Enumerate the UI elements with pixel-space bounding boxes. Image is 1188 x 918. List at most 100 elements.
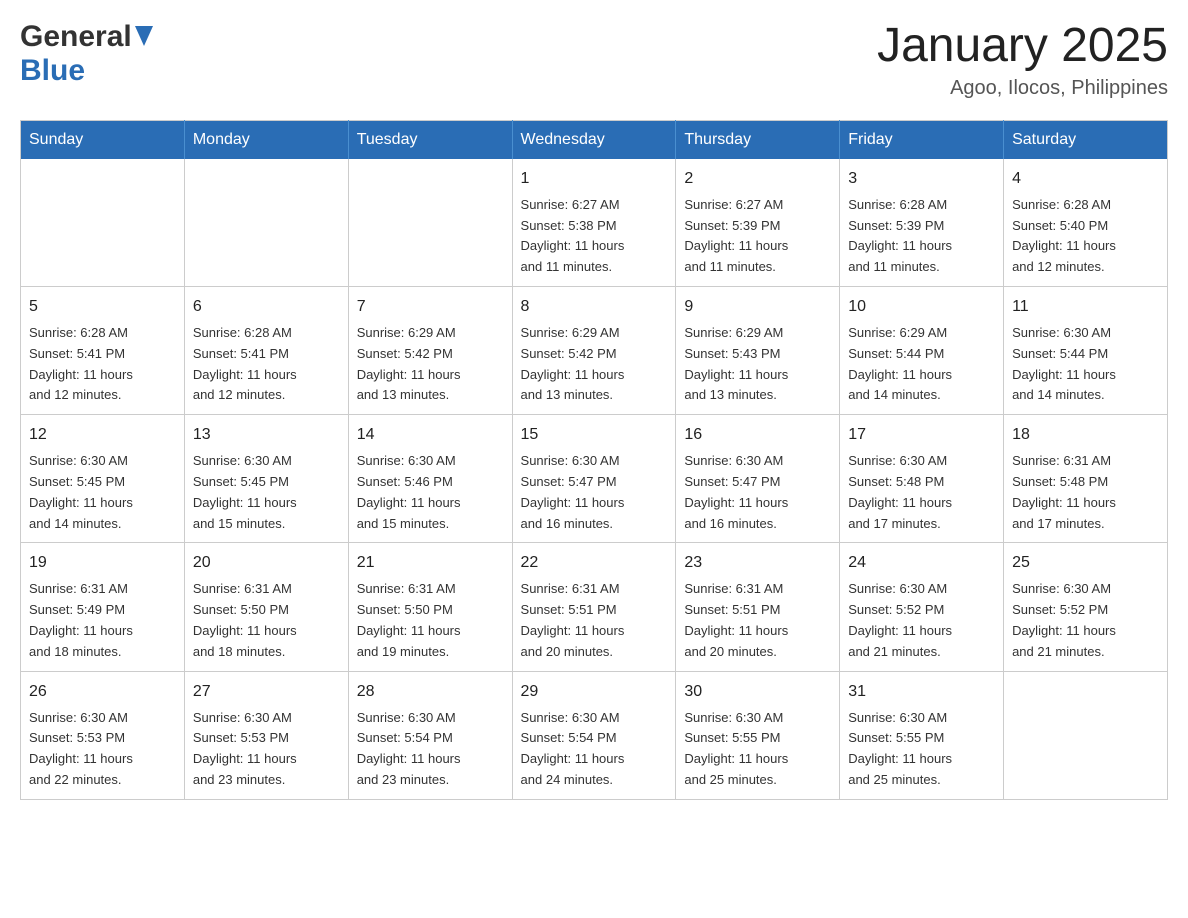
day-number: 3 <box>848 167 995 191</box>
day-number: 15 <box>521 423 668 447</box>
logo-arrow-icon <box>135 26 153 46</box>
day-number: 10 <box>848 295 995 319</box>
day-number: 8 <box>521 295 668 319</box>
day-info: Sunrise: 6:28 AMSunset: 5:40 PMDaylight:… <box>1012 195 1159 278</box>
calendar-week-row: 12 Sunrise: 6:30 AMSunset: 5:45 PMDayligh… <box>21 415 1168 543</box>
calendar-day-cell: 30 Sunrise: 6:30 AMSunset: 5:55 PMDayligh… <box>676 671 840 799</box>
calendar-day-cell: 5 Sunrise: 6:28 AMSunset: 5:41 PMDaylight… <box>21 286 185 414</box>
day-number: 22 <box>521 551 668 575</box>
day-info: Sunrise: 6:30 AMSunset: 5:54 PMDaylight:… <box>357 708 504 791</box>
day-info: Sunrise: 6:31 AMSunset: 5:50 PMDaylight:… <box>193 579 340 662</box>
calendar-day-cell: 12 Sunrise: 6:30 AMSunset: 5:45 PMDayligh… <box>21 415 185 543</box>
calendar-day-cell: 4 Sunrise: 6:28 AMSunset: 5:40 PMDaylight… <box>1004 159 1168 287</box>
calendar-day-cell: 25Sunrise: 6:30 AMSunset: 5:52 PMDayligh… <box>1004 543 1168 671</box>
title-section: January 2025 Agoo, Ilocos, Philippines <box>877 20 1168 100</box>
day-info: Sunrise: 6:30 AMSunset: 5:48 PMDaylight:… <box>848 451 995 534</box>
calendar-day-header: Sunday <box>21 120 185 159</box>
calendar-day-cell: 24 Sunrise: 6:30 AMSunset: 5:52 PMDayligh… <box>840 543 1004 671</box>
calendar-day-cell <box>21 159 185 287</box>
calendar-header-row: SundayMondayTuesdayWednesdayThursdayFrid… <box>21 120 1168 159</box>
calendar-week-row: 19Sunrise: 6:31 AMSunset: 5:49 PMDayligh… <box>21 543 1168 671</box>
day-number: 12 <box>29 423 176 447</box>
calendar-day-cell <box>1004 671 1168 799</box>
day-number: 9 <box>684 295 831 319</box>
calendar-day-cell <box>348 159 512 287</box>
day-number: 16 <box>684 423 831 447</box>
calendar-day-cell: 6Sunrise: 6:28 AMSunset: 5:41 PMDaylight… <box>184 286 348 414</box>
day-info: Sunrise: 6:31 AMSunset: 5:50 PMDaylight:… <box>357 579 504 662</box>
day-info: Sunrise: 6:30 AMSunset: 5:47 PMDaylight:… <box>684 451 831 534</box>
calendar-day-cell: 14 Sunrise: 6:30 AMSunset: 5:46 PMDayligh… <box>348 415 512 543</box>
day-number: 23 <box>684 551 831 575</box>
day-info: Sunrise: 6:30 AMSunset: 5:45 PMDaylight:… <box>29 451 176 534</box>
calendar-week-row: 5 Sunrise: 6:28 AMSunset: 5:41 PMDaylight… <box>21 286 1168 414</box>
calendar-day-cell: 15 Sunrise: 6:30 AMSunset: 5:47 PMDayligh… <box>512 415 676 543</box>
calendar-day-cell: 17 Sunrise: 6:30 AMSunset: 5:48 PMDayligh… <box>840 415 1004 543</box>
calendar-day-cell: 28 Sunrise: 6:30 AMSunset: 5:54 PMDayligh… <box>348 671 512 799</box>
day-number: 13 <box>193 423 340 447</box>
logo: General Blue <box>20 20 153 88</box>
day-info: Sunrise: 6:29 AMSunset: 5:42 PMDaylight:… <box>521 323 668 406</box>
calendar-day-cell: 10 Sunrise: 6:29 AMSunset: 5:44 PMDayligh… <box>840 286 1004 414</box>
day-info: Sunrise: 6:31 AMSunset: 5:51 PMDaylight:… <box>521 579 668 662</box>
day-number: 14 <box>357 423 504 447</box>
calendar-day-cell: 27 Sunrise: 6:30 AMSunset: 5:53 PMDayligh… <box>184 671 348 799</box>
day-info: Sunrise: 6:30 AMSunset: 5:46 PMDaylight:… <box>357 451 504 534</box>
day-number: 18 <box>1012 423 1159 447</box>
day-number: 4 <box>1012 167 1159 191</box>
calendar-day-cell: 11 Sunrise: 6:30 AMSunset: 5:44 PMDayligh… <box>1004 286 1168 414</box>
day-number: 28 <box>357 680 504 704</box>
month-title: January 2025 <box>877 20 1168 73</box>
calendar-day-header: Saturday <box>1004 120 1168 159</box>
logo-blue-text: Blue <box>20 54 85 87</box>
calendar-day-header: Thursday <box>676 120 840 159</box>
day-info: Sunrise: 6:27 AMSunset: 5:39 PMDaylight:… <box>684 195 831 278</box>
day-info: Sunrise: 6:29 AMSunset: 5:44 PMDaylight:… <box>848 323 995 406</box>
calendar-day-header: Friday <box>840 120 1004 159</box>
calendar-day-cell: 31Sunrise: 6:30 AMSunset: 5:55 PMDayligh… <box>840 671 1004 799</box>
day-number: 19 <box>29 551 176 575</box>
calendar-day-cell: 16 Sunrise: 6:30 AMSunset: 5:47 PMDayligh… <box>676 415 840 543</box>
calendar-day-cell: 18Sunrise: 6:31 AMSunset: 5:48 PMDayligh… <box>1004 415 1168 543</box>
day-number: 11 <box>1012 295 1159 319</box>
day-info: Sunrise: 6:30 AMSunset: 5:55 PMDaylight:… <box>684 708 831 791</box>
calendar-day-cell: 23Sunrise: 6:31 AMSunset: 5:51 PMDayligh… <box>676 543 840 671</box>
day-info: Sunrise: 6:30 AMSunset: 5:47 PMDaylight:… <box>521 451 668 534</box>
day-number: 24 <box>848 551 995 575</box>
calendar-table: SundayMondayTuesdayWednesdayThursdayFrid… <box>20 120 1168 800</box>
day-info: Sunrise: 6:27 AMSunset: 5:38 PMDaylight:… <box>521 195 668 278</box>
day-number: 1 <box>521 167 668 191</box>
day-info: Sunrise: 6:30 AMSunset: 5:44 PMDaylight:… <box>1012 323 1159 406</box>
day-info: Sunrise: 6:30 AMSunset: 5:54 PMDaylight:… <box>521 708 668 791</box>
day-info: Sunrise: 6:30 AMSunset: 5:45 PMDaylight:… <box>193 451 340 534</box>
calendar-day-cell: 2 Sunrise: 6:27 AMSunset: 5:39 PMDaylight… <box>676 159 840 287</box>
day-number: 17 <box>848 423 995 447</box>
calendar-day-cell: 1 Sunrise: 6:27 AMSunset: 5:38 PMDaylight… <box>512 159 676 287</box>
calendar-day-cell: 13 Sunrise: 6:30 AMSunset: 5:45 PMDayligh… <box>184 415 348 543</box>
calendar-day-cell: 3Sunrise: 6:28 AMSunset: 5:39 PMDaylight… <box>840 159 1004 287</box>
day-info: Sunrise: 6:30 AMSunset: 5:52 PMDaylight:… <box>848 579 995 662</box>
day-info: Sunrise: 6:29 AMSunset: 5:43 PMDaylight:… <box>684 323 831 406</box>
calendar-day-cell: 20 Sunrise: 6:31 AMSunset: 5:50 PMDayligh… <box>184 543 348 671</box>
day-number: 30 <box>684 680 831 704</box>
location-title: Agoo, Ilocos, Philippines <box>877 77 1168 100</box>
day-info: Sunrise: 6:28 AMSunset: 5:41 PMDaylight:… <box>193 323 340 406</box>
calendar-day-cell: 9 Sunrise: 6:29 AMSunset: 5:43 PMDaylight… <box>676 286 840 414</box>
day-number: 26 <box>29 680 176 704</box>
calendar-day-cell: 7Sunrise: 6:29 AMSunset: 5:42 PMDaylight… <box>348 286 512 414</box>
day-info: Sunrise: 6:28 AMSunset: 5:41 PMDaylight:… <box>29 323 176 406</box>
calendar-day-header: Wednesday <box>512 120 676 159</box>
calendar-day-cell: 8 Sunrise: 6:29 AMSunset: 5:42 PMDaylight… <box>512 286 676 414</box>
day-number: 27 <box>193 680 340 704</box>
calendar-day-cell <box>184 159 348 287</box>
day-number: 2 <box>684 167 831 191</box>
day-number: 20 <box>193 551 340 575</box>
day-info: Sunrise: 6:30 AMSunset: 5:53 PMDaylight:… <box>193 708 340 791</box>
day-number: 31 <box>848 680 995 704</box>
calendar-day-header: Monday <box>184 120 348 159</box>
calendar-week-row: 26 Sunrise: 6:30 AMSunset: 5:53 PMDayligh… <box>21 671 1168 799</box>
day-info: Sunrise: 6:30 AMSunset: 5:53 PMDaylight:… <box>29 708 176 791</box>
calendar-day-cell: 21Sunrise: 6:31 AMSunset: 5:50 PMDayligh… <box>348 543 512 671</box>
day-info: Sunrise: 6:30 AMSunset: 5:52 PMDaylight:… <box>1012 579 1159 662</box>
day-number: 5 <box>29 295 176 319</box>
